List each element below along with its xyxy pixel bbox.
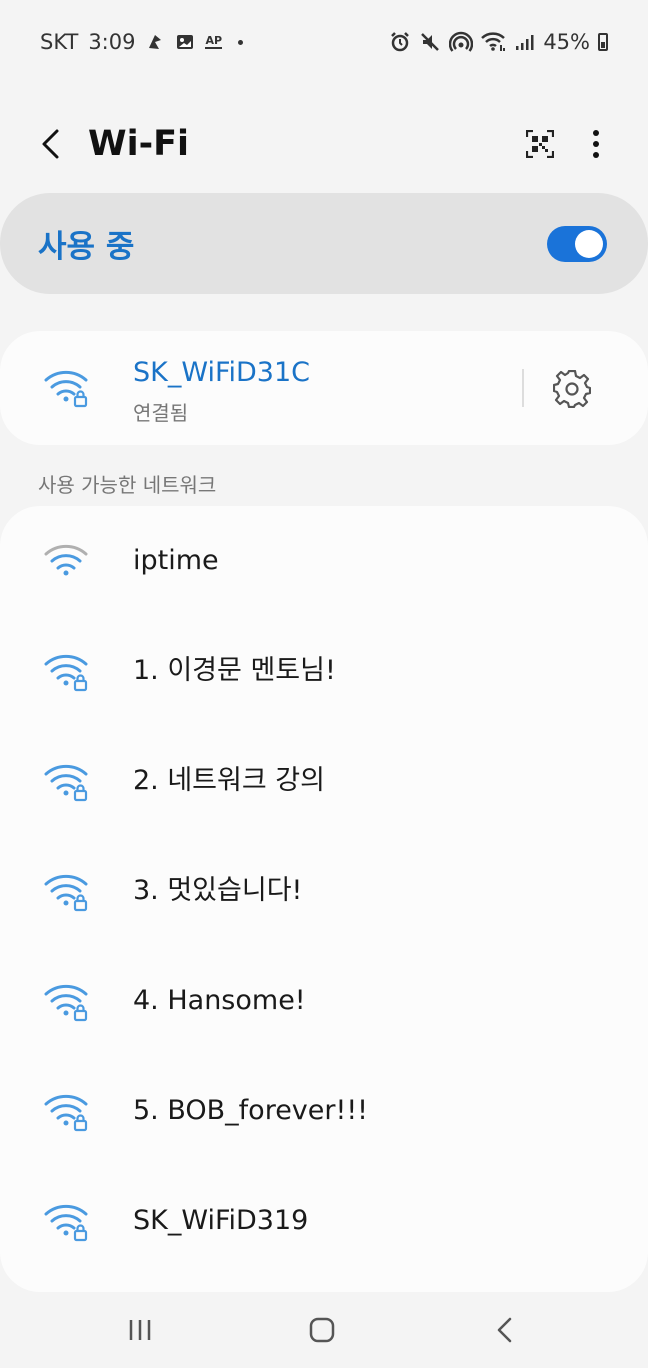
wifi-lock-icon [44,984,88,1022]
status-right: 45% [389,30,608,54]
wifi-settings-screen: SKT 3:09 AP 45% Wi-Fi 사용 중 SK_WiFiD31C 연… [0,0,648,1368]
network-name: 1. 이경문 멘토님! [133,655,336,686]
recents-button[interactable] [120,1312,160,1348]
wifi-lock-icon [44,764,88,802]
network-item[interactable]: 4. Hansome! [0,946,648,1056]
network-list: iptime 1. 이경문 멘토님! 2. 네트워크 강의 3. 멋있습니다! … [0,506,648,1292]
wifi-lock-icon [44,654,88,692]
divider [522,369,524,407]
network-item[interactable]: iptime [0,506,648,616]
wifi-lock-icon [44,1204,88,1242]
network-item[interactable]: 1. 이경문 멘토님! [0,616,648,726]
home-button[interactable] [302,1312,342,1348]
wifi-status-icon [481,31,507,53]
connected-network-name: SK_WiFiD31C [133,357,311,388]
battery-percent: 45% [543,30,590,54]
network-name: 3. 멋있습니다! [133,875,303,906]
app-header: Wi-Fi [0,108,648,180]
status-bar: SKT 3:09 AP 45% [0,0,648,84]
navigation-bar [0,1292,648,1368]
alarm-icon [389,31,411,53]
nav-back-button[interactable] [484,1312,524,1348]
wifi-lock-icon [44,1094,88,1132]
page-title: Wi-Fi [88,124,190,164]
wifi-weak-icon [44,544,88,576]
more-options-button[interactable] [580,124,612,164]
network-item[interactable]: 2. 네트워크 강의 [0,726,648,836]
network-name: 4. Hansome! [133,985,306,1016]
wifi-master-switch-row[interactable]: 사용 중 [0,193,648,294]
image-icon [175,32,195,52]
network-settings-button[interactable] [550,367,594,411]
wifi-lock-icon [44,874,88,912]
clock: 3:09 [88,30,136,54]
recents-icon [129,1320,151,1340]
ap-icon: AP [205,34,223,49]
hotspot-icon [449,31,474,53]
signal-icon [515,33,535,51]
nav-back-icon [497,1317,512,1343]
wifi-lock-icon [44,370,88,408]
network-name: 5. BOB_forever!!! [133,1095,368,1126]
carrier-label: SKT [40,30,79,54]
qr-code-button[interactable] [520,124,560,164]
available-networks-header: 사용 가능한 네트워크 [38,473,217,497]
battery-icon [598,33,608,51]
connected-network-card[interactable]: SK_WiFiD31C 연결됨 [0,331,648,445]
wifi-toggle[interactable] [547,226,607,262]
notification-icon [145,32,165,52]
home-icon [309,1317,335,1343]
network-item[interactable]: 5. BOB_forever!!! [0,1056,648,1166]
connected-status: 연결됨 [133,401,189,425]
back-button[interactable] [30,122,70,166]
more-vertical-icon [593,130,599,158]
status-left: SKT 3:09 AP [40,30,244,54]
qr-code-icon [526,130,554,158]
network-name: SK_WiFiD319 [133,1205,309,1236]
network-item[interactable]: 3. 멋있습니다! [0,836,648,946]
dot-icon [238,39,244,45]
network-name: iptime [133,545,219,576]
back-arrow-icon [42,129,59,159]
network-name: 2. 네트워크 강의 [133,765,325,796]
mute-icon [419,31,441,53]
network-item[interactable]: SK_WiFiD319 [0,1166,648,1276]
gear-icon [553,370,591,408]
master-switch-label: 사용 중 [38,229,135,265]
toggle-knob [575,230,603,258]
